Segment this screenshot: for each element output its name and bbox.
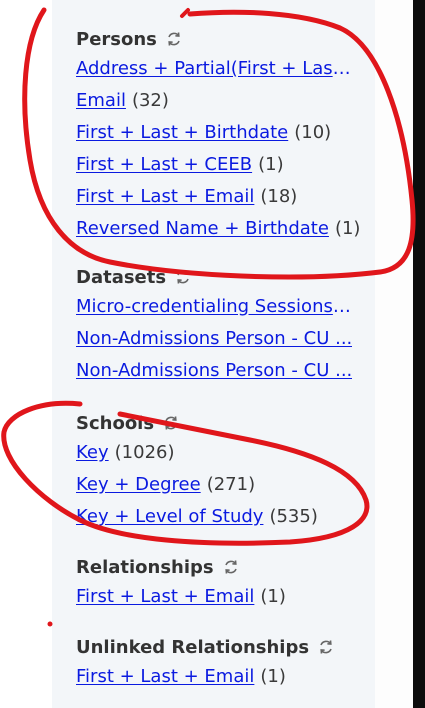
list-item: Key + Level of Study (535): [76, 500, 375, 532]
rule-link[interactable]: Key + Level of Study: [76, 506, 263, 527]
relationships-section: Relationships First + Last + Email (1): [76, 554, 375, 612]
list-item: Reversed Name + Birthdate (1): [76, 212, 375, 244]
rule-link[interactable]: First + Last + Email: [76, 666, 254, 687]
rule-link[interactable]: First + Last + Birthdate: [76, 122, 288, 143]
list-item: First + Last + CEEB (1): [76, 148, 375, 180]
dataset-link[interactable]: Non-Admissions Person - CU ...: [76, 360, 352, 381]
section-title: Unlinked Relationships: [76, 636, 310, 658]
rule-link[interactable]: Reversed Name + Birthdate: [76, 218, 329, 239]
list-item: First + Last + Email (1): [76, 660, 375, 692]
rule-count: (535): [269, 505, 318, 527]
rule-count: (1): [260, 665, 286, 687]
rule-link[interactable]: First + Last + Email: [76, 586, 254, 607]
rule-count: (1): [334, 217, 361, 239]
section-heading-unlinked-relationships: Unlinked Relationships: [76, 634, 375, 660]
list-item: Key (1026): [76, 436, 375, 468]
datasets-section: Datasets Micro-credentialing Sessions -.…: [76, 264, 375, 386]
window-edge: [413, 0, 425, 708]
list-item: Address + Partial(First + Last...: [76, 52, 375, 84]
section-heading-datasets: Datasets: [76, 264, 375, 290]
list-item: First + Last + Email (1): [76, 580, 375, 612]
rule-count: (1): [258, 153, 284, 175]
dataset-link[interactable]: Non-Admissions Person - CU ...: [76, 328, 352, 349]
right-margin: [375, 0, 425, 708]
rule-link[interactable]: Email: [76, 90, 126, 111]
section-heading-relationships: Relationships: [76, 554, 375, 580]
dataset-link[interactable]: Micro-credentialing Sessions -...: [76, 296, 353, 317]
panel-shadow: [375, 0, 413, 708]
section-title: Schools: [76, 412, 155, 434]
rule-link[interactable]: First + Last + CEEB: [76, 154, 252, 175]
section-title: Persons: [76, 28, 157, 50]
rule-link[interactable]: First + Last + Email: [76, 186, 254, 207]
refresh-icon[interactable]: [162, 414, 180, 432]
list-item: First + Last + Birthdate (10): [76, 116, 375, 148]
unlinked-relationships-section: Unlinked Relationships First + Last + Em…: [76, 634, 375, 692]
rule-count: (10): [294, 121, 332, 143]
list-item: Key + Degree (271): [76, 468, 375, 500]
rule-count: (18): [260, 185, 298, 207]
rule-count: (1026): [114, 441, 175, 463]
refresh-icon[interactable]: [222, 558, 240, 576]
match-rules-panel: Persons Address + Partial(First + Last..…: [52, 0, 375, 708]
refresh-icon[interactable]: [174, 268, 192, 286]
refresh-icon[interactable]: [317, 638, 335, 656]
rule-count: (32): [131, 89, 169, 111]
list-item: Non-Admissions Person - CU ...: [76, 322, 375, 354]
rule-count: (1): [260, 585, 286, 607]
list-item: Non-Admissions Person - CU ...: [76, 354, 375, 386]
section-title: Relationships: [76, 556, 214, 578]
section-title: Datasets: [76, 266, 167, 288]
rule-link[interactable]: Address + Partial(First + Last...: [76, 58, 353, 79]
rule-link[interactable]: Key: [76, 442, 109, 463]
list-item: First + Last + Email (18): [76, 180, 375, 212]
list-item: Email (32): [76, 84, 375, 116]
list-item: Micro-credentialing Sessions -...: [76, 290, 375, 322]
schools-section: Schools Key (1026) Key + Degree (271) Key …: [76, 410, 375, 532]
rule-link[interactable]: Key + Degree: [76, 474, 201, 495]
refresh-icon[interactable]: [165, 30, 183, 48]
left-margin: [0, 0, 52, 708]
section-heading-schools: Schools: [76, 410, 375, 436]
rule-count: (271): [206, 473, 256, 495]
section-heading-persons: Persons: [76, 26, 375, 52]
persons-section: Persons Address + Partial(First + Last..…: [76, 26, 375, 244]
